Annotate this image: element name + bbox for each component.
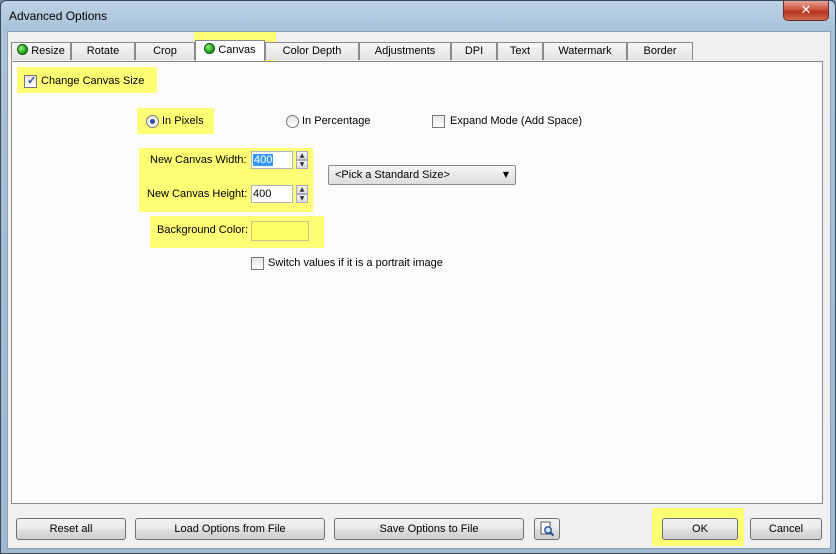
- reset-all-button[interactable]: Reset all: [16, 518, 126, 540]
- canvas-width-input[interactable]: 400: [251, 151, 293, 169]
- tab-border[interactable]: Border: [627, 42, 693, 60]
- switch-portrait-checkbox[interactable]: [251, 257, 264, 270]
- dropdown-arrow-icon: ▼: [502, 170, 509, 179]
- close-icon: ✕: [800, 3, 812, 18]
- width-spin-up-button[interactable]: ▲: [296, 151, 308, 160]
- ok-button[interactable]: OK: [662, 518, 738, 540]
- in-percentage-label: In Percentage: [302, 115, 371, 127]
- status-dot-icon: [204, 43, 216, 54]
- tab-color-depth[interactable]: Color Depth: [265, 42, 359, 60]
- tab-canvas[interactable]: Canvas: [195, 40, 265, 61]
- canvas-tab-panel: ✓ Change Canvas Size In Pixels In Percen…: [11, 61, 823, 504]
- canvas-height-label: New Canvas Height:: [147, 188, 248, 200]
- tab-dpi[interactable]: DPI: [451, 42, 497, 60]
- height-spin-down-button[interactable]: ▼: [296, 194, 308, 203]
- tab-rotate[interactable]: Rotate: [71, 42, 135, 60]
- in-pixels-label: In Pixels: [162, 115, 204, 127]
- background-color-swatch[interactable]: [251, 221, 309, 241]
- title-bar[interactable]: Advanced Options ✕: [1, 1, 835, 31]
- advanced-options-window: Advanced Options ✕ Resize Rotate Crop Ca…: [0, 0, 836, 554]
- expand-mode-checkbox[interactable]: [432, 115, 445, 128]
- preview-button[interactable]: [534, 518, 560, 540]
- radio-selected-icon: [150, 119, 155, 124]
- change-canvas-size-label: Change Canvas Size: [41, 75, 145, 87]
- status-dot-icon: [17, 44, 29, 55]
- background-color-label: Background Color:: [157, 224, 249, 236]
- in-percentage-radio[interactable]: [286, 115, 299, 128]
- in-pixels-radio[interactable]: [146, 115, 159, 128]
- tab-crop[interactable]: Crop: [135, 42, 195, 60]
- tab-watermark[interactable]: Watermark: [543, 42, 627, 60]
- magnifier-document-icon: [540, 521, 555, 537]
- load-options-button[interactable]: Load Options from File: [135, 518, 325, 540]
- cancel-button[interactable]: Cancel: [750, 518, 822, 540]
- tab-adjustments[interactable]: Adjustments: [359, 42, 451, 60]
- tab-resize[interactable]: Resize: [11, 42, 71, 60]
- dialog-client-area: Resize Rotate Crop Canvas Color Depth Ad…: [7, 31, 831, 549]
- window-title: Advanced Options: [9, 9, 108, 23]
- checkmark-icon: ✓: [27, 75, 37, 87]
- switch-portrait-label: Switch values if it is a portrait image: [268, 257, 443, 269]
- close-button[interactable]: ✕: [783, 1, 829, 21]
- change-canvas-size-checkbox[interactable]: ✓: [24, 75, 37, 88]
- canvas-height-input[interactable]: 400: [251, 185, 293, 203]
- standard-size-dropdown[interactable]: <Pick a Standard Size> ▼: [328, 165, 516, 185]
- expand-mode-label: Expand Mode (Add Space): [450, 115, 583, 127]
- width-spin-down-button[interactable]: ▼: [296, 160, 308, 169]
- save-options-button[interactable]: Save Options to File: [334, 518, 524, 540]
- height-spin-up-button[interactable]: ▲: [296, 185, 308, 194]
- tab-text[interactable]: Text: [497, 42, 543, 60]
- canvas-width-label: New Canvas Width:: [150, 154, 247, 166]
